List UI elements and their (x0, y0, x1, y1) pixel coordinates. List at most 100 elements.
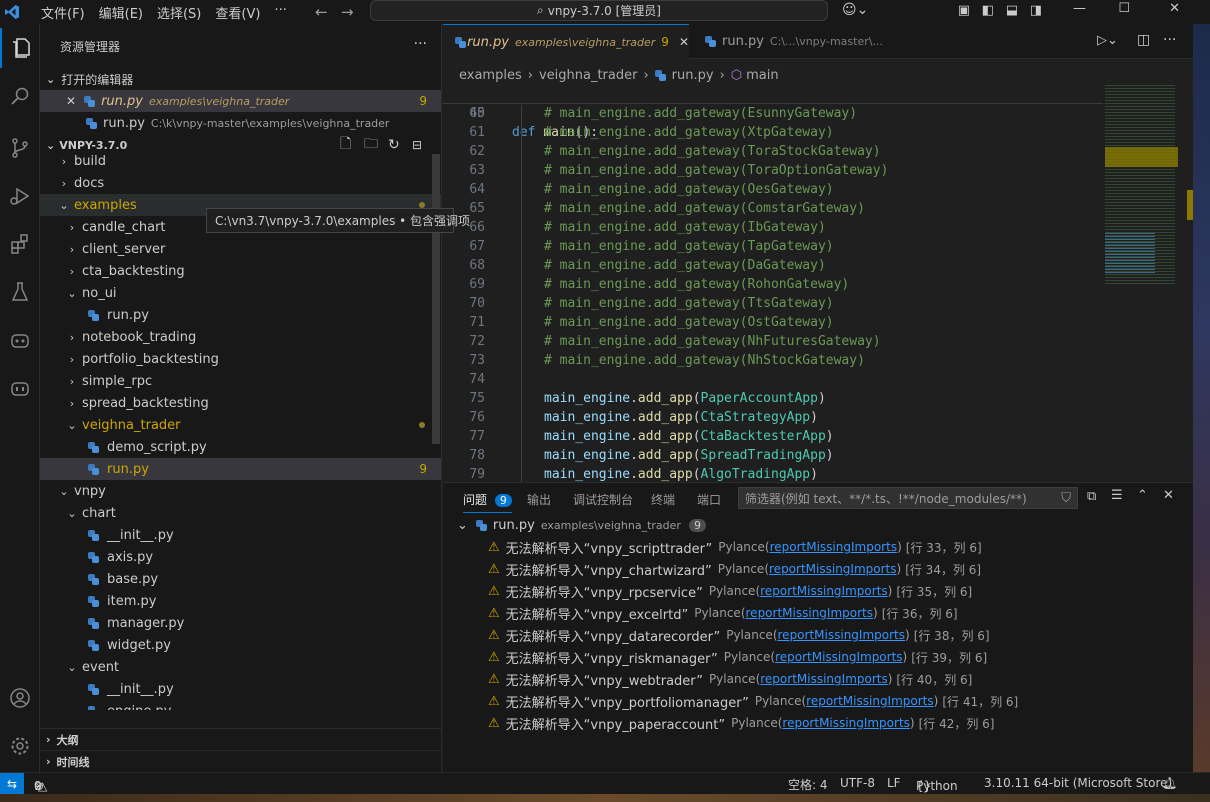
layout-customize-icon[interactable]: ▣ (958, 3, 970, 18)
maximize-panel-icon[interactable]: ⌃ (1137, 488, 1148, 503)
code-line[interactable]: 72 # main_engine.add_gateway(NhFuturesGat… (443, 332, 1103, 351)
tab-output[interactable]: 输出 (527, 491, 551, 508)
breadcrumb-item[interactable]: main (746, 68, 778, 83)
problem-item[interactable]: ⚠ 无法解析导入“vnpy_chartwizard” Pylance(reportM… (488, 558, 981, 580)
collapse-all-icon[interactable]: ⧉ (1087, 489, 1096, 504)
toggle-panel-icon[interactable]: ⬓ (1006, 3, 1018, 18)
menu-file[interactable]: 文件(F) (34, 3, 92, 22)
menu-view[interactable]: 查看(V) (208, 3, 267, 22)
problem-rule-link[interactable]: reportMissingImports (760, 584, 887, 598)
testing-icon[interactable] (0, 272, 40, 312)
code-line[interactable]: 60 # main_engine.add_gateway(EsunnyGatewa… (443, 104, 1103, 123)
tree-folder-item[interactable]: › spread_backtesting (40, 392, 441, 414)
toggle-secondary-sidebar-icon[interactable]: ◨ (1030, 3, 1042, 18)
tree-folder-item[interactable]: › docs (40, 172, 441, 194)
outline-section[interactable]: › 大纲 (40, 728, 441, 750)
close-icon[interactable]: ✕ (1163, 488, 1174, 503)
problem-item[interactable]: ⚠ 无法解析导入“vnpy_riskmanager” Pylance(reportM… (488, 646, 987, 668)
code-line[interactable]: 73 # main_engine.add_gateway(NhStockGatew… (443, 351, 1103, 370)
problem-rule-link[interactable]: reportMissingImports (775, 650, 902, 664)
tree-folder-item[interactable]: ⌄ veighna_trader (40, 414, 441, 436)
code-line[interactable]: 68 # main_engine.add_gateway(DaGateway) (443, 256, 1103, 275)
open-editor-item[interactable]: ✕ run.py examples\veighna_trader 9 (40, 90, 441, 112)
tree-folder-item[interactable]: › simple_rpc (40, 370, 441, 392)
tree-folder-item[interactable]: ⌄ vnpy (40, 480, 441, 502)
account-icon[interactable] (0, 678, 40, 718)
breadcrumb-item[interactable]: examples (459, 68, 522, 83)
code-line[interactable]: 70 # main_engine.add_gateway(TtsGateway) (443, 294, 1103, 313)
problem-item[interactable]: ⚠ 无法解析导入“vnpy_rpcservice” Pylance(reportMi… (488, 580, 972, 602)
tab-terminal[interactable]: 终端 (651, 491, 675, 508)
problem-rule-link[interactable]: reportMissingImports (760, 672, 887, 686)
more-actions-icon[interactable]: ··· (414, 36, 427, 52)
problem-item[interactable]: ⚠ 无法解析导入“vnpy_paperaccount” Pylance(report… (488, 712, 995, 734)
problem-item[interactable]: ⚠ 无法解析导入“vnpy_excelrtd” Pylance(reportMiss… (488, 602, 958, 624)
forward-arrow-icon[interactable]: → (341, 3, 354, 21)
sticky-scroll-line[interactable]: 45 def main(): (443, 85, 1103, 140)
tree-folder-item[interactable]: ⌄ no_ui (40, 282, 441, 304)
tree-file-item[interactable]: widget.py (40, 634, 441, 656)
indentation-status[interactable]: 空格: 4 (788, 776, 828, 793)
remote-indicator-icon[interactable]: ⇆ (0, 773, 24, 795)
code-line[interactable]: 79 main_engine.add_app(AlgoTradingApp) (443, 465, 1103, 482)
open-editors-section[interactable]: ⌄ 打开的编辑器 (40, 68, 441, 90)
close-icon[interactable]: ✕ (66, 94, 76, 108)
problem-item[interactable]: ⚠ 无法解析导入“vnpy_webtrader” Pylance(reportMis… (488, 668, 972, 690)
tab-problems[interactable]: 问题 9 (463, 491, 512, 513)
timeline-section[interactable]: › 时间线 (40, 750, 441, 772)
code-line[interactable]: 74 (443, 370, 1103, 389)
tab-run-py-active[interactable]: run.py examples\veighna_trader 9 ✕ (443, 24, 689, 59)
problem-rule-link[interactable]: reportMissingImports (770, 540, 897, 554)
tree-file-item[interactable]: run.py (40, 304, 441, 326)
run-debug-icon[interactable] (0, 176, 40, 216)
code-editor[interactable]: 45 def main(): 60 # main_engine.add_gatew… (443, 85, 1103, 482)
split-editor-icon[interactable]: ◫ (1137, 32, 1150, 48)
command-center[interactable]: ⌕ vnpy-3.7.0 [管理员] (370, 0, 828, 21)
code-line[interactable]: 78 main_engine.add_app(SpreadTradingApp) (443, 446, 1103, 465)
close-icon[interactable]: ✕ (679, 35, 689, 49)
code-line[interactable]: 77 main_engine.add_app(CtaBacktesterApp) (443, 427, 1103, 446)
tree-file-item[interactable]: __init__.py (40, 678, 441, 700)
menu-more[interactable]: ··· (267, 3, 293, 22)
problem-item[interactable]: ⚠ 无法解析导入“vnpy_scripttrader” Pylance(report… (488, 536, 982, 558)
tree-file-item[interactable]: manager.py (40, 612, 441, 634)
problems-file-row[interactable]: ⌄ run.py examples\veighna_trader 9 (457, 514, 706, 536)
menu-selection[interactable]: 选择(S) (150, 3, 208, 22)
problems-filter-input[interactable]: 筛选器(例如 text、**/*.ts、!**/node_modules/**)… (738, 487, 1078, 509)
code-line[interactable]: 64 # main_engine.add_gateway(OesGateway) (443, 180, 1103, 199)
tree-folder-item[interactable]: › portfolio_backtesting (40, 348, 441, 370)
interpreter-status[interactable]: 3.10.11 64-bit (Microsoft Store) (984, 776, 1172, 790)
problem-rule-link[interactable]: reportMissingImports (769, 562, 896, 576)
tree-file-item[interactable]: item.py (40, 590, 441, 612)
copilot-chat-icon[interactable] (0, 320, 40, 360)
robot-icon[interactable] (0, 368, 40, 408)
tree-file-item[interactable]: run.py 9 (40, 458, 441, 480)
tab-ports[interactable]: 端口 (697, 491, 721, 508)
problem-item[interactable]: ⚠ 无法解析导入“vnpy_portfoliomanager” Pylance(re… (488, 690, 1018, 712)
tree-folder-item[interactable]: › build (40, 150, 441, 172)
problem-rule-link[interactable]: reportMissingImports (778, 628, 905, 642)
tree-folder-item[interactable]: › notebook_trading (40, 326, 441, 348)
code-line[interactable]: 67 # main_engine.add_gateway(TapGateway) (443, 237, 1103, 256)
problem-rule-link[interactable]: reportMissingImports (806, 694, 933, 708)
tree-folder-item[interactable]: › cta_backtesting (40, 260, 441, 282)
tree-file-item[interactable]: engine.py (40, 700, 441, 710)
back-arrow-icon[interactable]: ← (315, 3, 328, 21)
tree-folder-item[interactable]: ⌄ chart (40, 502, 441, 524)
toggle-sidebar-icon[interactable]: ◧ (982, 3, 994, 18)
tab-run-py[interactable]: run.py C:\...\vnpy-master\... (693, 24, 903, 59)
code-line[interactable]: 63 # main_engine.add_gateway(ToraOptionGa… (443, 161, 1103, 180)
open-editor-item[interactable]: run.py C:\k\vnpy-master\examples\veighna… (40, 112, 441, 134)
tree-file-item[interactable]: base.py (40, 568, 441, 590)
minimap[interactable] (1103, 85, 1193, 482)
problem-item[interactable]: ⚠ 无法解析导入“vnpy_datarecorder” Pylance(report… (488, 624, 990, 646)
copilot-icon[interactable]: ☺⌄ (842, 2, 868, 18)
search-icon[interactable] (0, 76, 40, 116)
tree-folder-item[interactable]: › client_server (40, 238, 441, 260)
tree-file-item[interactable]: __init__.py (40, 524, 441, 546)
run-icon[interactable]: ▷⌄ (1097, 33, 1118, 48)
source-control-icon[interactable] (0, 128, 40, 168)
code-line[interactable]: 69 # main_engine.add_gateway(RohonGateway… (443, 275, 1103, 294)
encoding-status[interactable]: UTF-8 (840, 776, 875, 790)
filter-icon[interactable]: ⛉ (1061, 491, 1071, 506)
